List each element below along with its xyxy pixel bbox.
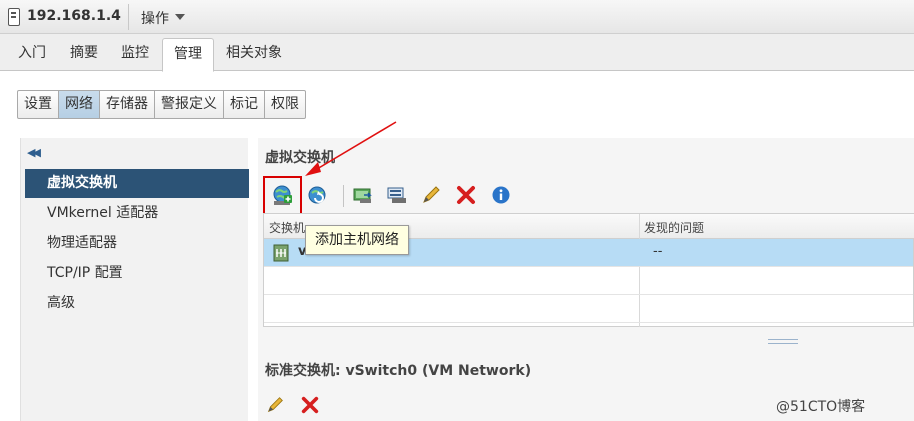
title-bar: 192.168.1.4 操作 (0, 0, 914, 34)
migrate-adapter-icon[interactable] (352, 184, 374, 206)
subtab-tags[interactable]: 标记 (224, 91, 265, 118)
table-row[interactable] (264, 267, 913, 295)
tab-getting-started[interactable]: 入门 (18, 42, 46, 62)
host-title: 192.168.1.4 (27, 8, 121, 24)
nav-item-advanced[interactable]: 高级 (25, 289, 249, 318)
issues-cell: -- (653, 244, 663, 259)
tab-related-objects[interactable]: 相关对象 (226, 42, 282, 62)
main-tab-bar: 入门 摘要 监控 管理 相关对象 (0, 34, 914, 72)
nav-item-tcpip-config[interactable]: TCP/IP 配置 (25, 259, 249, 288)
sub-tab-bar: 设置 网络 存储器 警报定义 标记 权限 (17, 90, 306, 119)
panel-splitter[interactable] (768, 339, 798, 344)
info-icon[interactable] (490, 184, 512, 206)
switch-icon (273, 244, 289, 262)
title-divider (128, 4, 129, 30)
subtab-permissions[interactable]: 权限 (265, 91, 305, 118)
tab-summary[interactable]: 摘要 (70, 42, 98, 62)
standard-switch-title: 标准交换机: vSwitch0 (VM Network) (265, 363, 532, 379)
caret-down-icon[interactable] (175, 14, 185, 20)
nav-item-vmkernel-adapters[interactable]: VMkernel 适配器 (25, 199, 249, 228)
column-header-switch[interactable]: 交换机 (269, 219, 305, 236)
delete-x-icon[interactable] (455, 184, 477, 206)
delete-x-icon[interactable] (300, 395, 320, 415)
subtab-networking[interactable]: 网络 (59, 91, 100, 118)
tooltip: 添加主机网络 (305, 225, 409, 255)
actions-menu-button[interactable]: 操作 (141, 8, 169, 28)
toolbar-divider (343, 185, 344, 207)
double-chevron-left-icon[interactable]: ◀◀ (27, 146, 41, 159)
nav-item-virtual-switches[interactable]: 虚拟交换机 (25, 169, 249, 198)
refresh-icon[interactable] (306, 184, 328, 206)
host-icon (8, 8, 20, 26)
edit-pencil-icon[interactable] (420, 184, 442, 206)
nav-item-physical-adapters[interactable]: 物理适配器 (25, 229, 249, 258)
column-header-issues[interactable]: 发现的问题 (644, 219, 704, 236)
subtab-alarm-definitions[interactable]: 警报定义 (155, 91, 224, 118)
subtab-settings[interactable]: 设置 (18, 91, 59, 118)
table-row[interactable] (264, 295, 913, 323)
add-host-networking-icon[interactable] (271, 184, 293, 206)
tab-monitor[interactable]: 监控 (121, 42, 149, 62)
left-nav: ◀◀ 虚拟交换机 VMkernel 适配器 物理适配器 TCP/IP 配置 高级 (20, 138, 249, 421)
manage-adapters-icon[interactable] (386, 184, 408, 206)
tab-manage[interactable]: 管理 (162, 38, 214, 72)
section-title: 虚拟交换机 (265, 150, 335, 166)
subtab-storage[interactable]: 存储器 (100, 91, 155, 118)
edit-pencil-icon[interactable] (265, 395, 285, 415)
watermark: @51CTO博客 (776, 399, 866, 415)
